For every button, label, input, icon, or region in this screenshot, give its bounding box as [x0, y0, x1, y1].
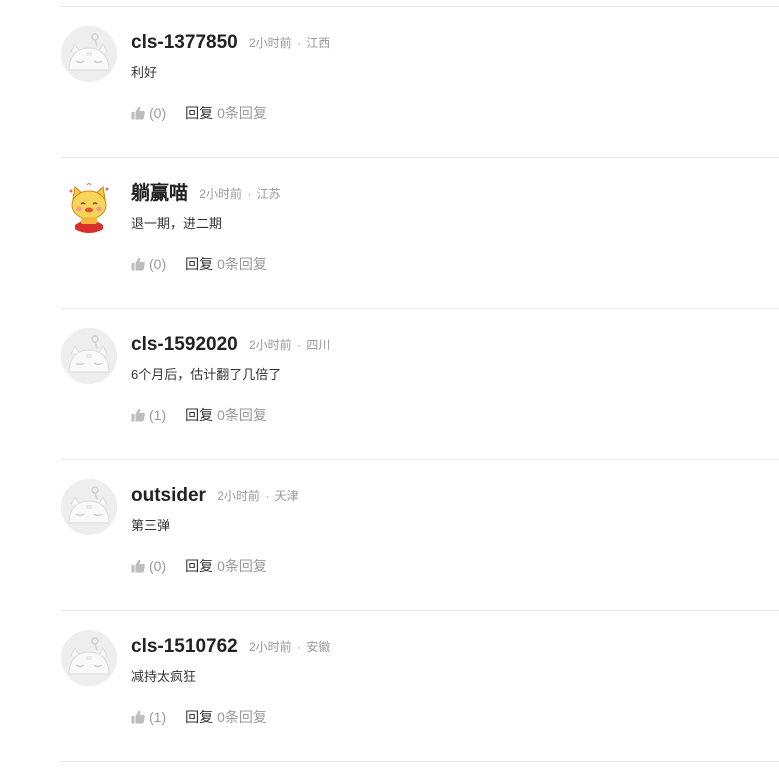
reply-count-link[interactable]: 0条回复 [217, 405, 267, 425]
thumbs-up-icon [131, 257, 149, 271]
like-count: (1) [149, 407, 167, 423]
thumbs-up-icon [131, 710, 149, 724]
thumbs-up-icon [131, 408, 149, 422]
like-count: (0) [149, 105, 167, 121]
comment-item: outsider 2小时前 · 天津 第三弹 (0) 回复 0条回复 [0, 460, 779, 611]
reply-count-link[interactable]: 0条回复 [217, 707, 267, 727]
comment-actions: (0) 回复 0条回复 [131, 103, 267, 123]
username-text[interactable]: cls-1510762 [131, 636, 238, 657]
comment-actions: (1) 回复 0条回复 [131, 405, 267, 425]
thumbs-up-icon [131, 559, 149, 573]
reply-count-link[interactable]: 0条回复 [217, 103, 267, 123]
like-button[interactable]: (0) [131, 256, 166, 272]
reply-button[interactable]: 回复 [185, 556, 213, 576]
comment-item: cls-1510762 2小时前 · 安徽 减持太疯狂 (1) 回复 0条回复 [0, 611, 779, 762]
comment-meta: 2小时前 · 江西 [249, 36, 330, 50]
comment-content: 利好 [131, 65, 158, 80]
comment-time: 2小时前 [249, 36, 292, 50]
username-text[interactable]: 躺赢喵 [131, 183, 188, 204]
reply-button[interactable]: 回复 [185, 405, 213, 425]
comment-meta: 2小时前 · 天津 [217, 489, 298, 503]
default-cat-avatar[interactable] [61, 630, 117, 686]
reply-button[interactable]: 回复 [185, 103, 213, 123]
like-button[interactable]: (0) [131, 105, 166, 121]
like-button[interactable]: (1) [131, 407, 166, 423]
comment-time: 2小时前 [249, 338, 292, 352]
reply-count-link[interactable]: 0条回复 [217, 254, 267, 274]
username[interactable]: cls-1510762 2小时前 · 安徽 [131, 635, 330, 659]
meta-separator: · [265, 489, 270, 503]
comment-list: cls-1377850 2小时前 · 江西 利好 (0) 回复 0条回复 躺赢喵… [0, 0, 779, 770]
like-count: (0) [149, 558, 167, 574]
comment-meta: 2小时前 · 江苏 [199, 187, 280, 201]
default-cat-avatar[interactable] [61, 479, 117, 535]
comment-time: 2小时前 [217, 489, 260, 503]
reply-count-link[interactable]: 0条回复 [217, 556, 267, 576]
thumbs-up-icon [131, 106, 149, 120]
comment-meta: 2小时前 · 四川 [249, 338, 330, 352]
comment-content: 退一期，进二期 [131, 216, 223, 231]
meta-separator: · [297, 36, 302, 50]
default-cat-avatar[interactable] [61, 328, 117, 384]
reply-button[interactable]: 回复 [185, 707, 213, 727]
username[interactable]: cls-1592020 2小时前 · 四川 [131, 333, 330, 357]
meta-separator: · [297, 338, 302, 352]
comment-actions: (0) 回复 0条回复 [131, 556, 267, 576]
cartoon-cat-avatar[interactable] [61, 177, 117, 233]
username-text[interactable]: cls-1377850 [131, 32, 238, 53]
username-text[interactable]: cls-1592020 [131, 334, 238, 355]
like-count: (0) [149, 256, 167, 272]
username[interactable]: cls-1377850 2小时前 · 江西 [131, 31, 330, 55]
comment-location: 安徽 [306, 640, 331, 654]
default-cat-avatar[interactable] [61, 26, 117, 82]
like-button[interactable]: (0) [131, 558, 166, 574]
meta-separator: · [297, 640, 302, 654]
comment-content: 减持太疯狂 [131, 669, 197, 684]
meta-separator: · [247, 187, 252, 201]
comment-location: 天津 [274, 489, 299, 503]
comment-location: 四川 [306, 338, 331, 352]
comment-meta: 2小时前 · 安徽 [249, 640, 330, 654]
username[interactable]: outsider 2小时前 · 天津 [131, 484, 299, 508]
divider [61, 761, 779, 762]
comment-item: cls-1592020 2小时前 · 四川 6个月后，估计翻了几倍了 (1) 回… [0, 309, 779, 460]
comment-actions: (1) 回复 0条回复 [131, 707, 267, 727]
comment-location: 江苏 [256, 187, 281, 201]
comment-time: 2小时前 [249, 640, 292, 654]
comment-content: 6个月后，估计翻了几倍了 [131, 367, 282, 382]
username-text[interactable]: outsider [131, 485, 206, 506]
comment-time: 2小时前 [199, 187, 242, 201]
like-count: (1) [149, 709, 167, 725]
username[interactable]: 躺赢喵 2小时前 · 江苏 [131, 182, 281, 206]
like-button[interactable]: (1) [131, 709, 166, 725]
comment-content: 第三弹 [131, 518, 171, 533]
comment-item: 躺赢喵 2小时前 · 江苏 退一期，进二期 (0) 回复 0条回复 [0, 158, 779, 309]
comment-location: 江西 [306, 36, 331, 50]
comment-item: cls-1377850 2小时前 · 江西 利好 (0) 回复 0条回复 [0, 7, 779, 158]
reply-button[interactable]: 回复 [185, 254, 213, 274]
comment-actions: (0) 回复 0条回复 [131, 254, 267, 274]
